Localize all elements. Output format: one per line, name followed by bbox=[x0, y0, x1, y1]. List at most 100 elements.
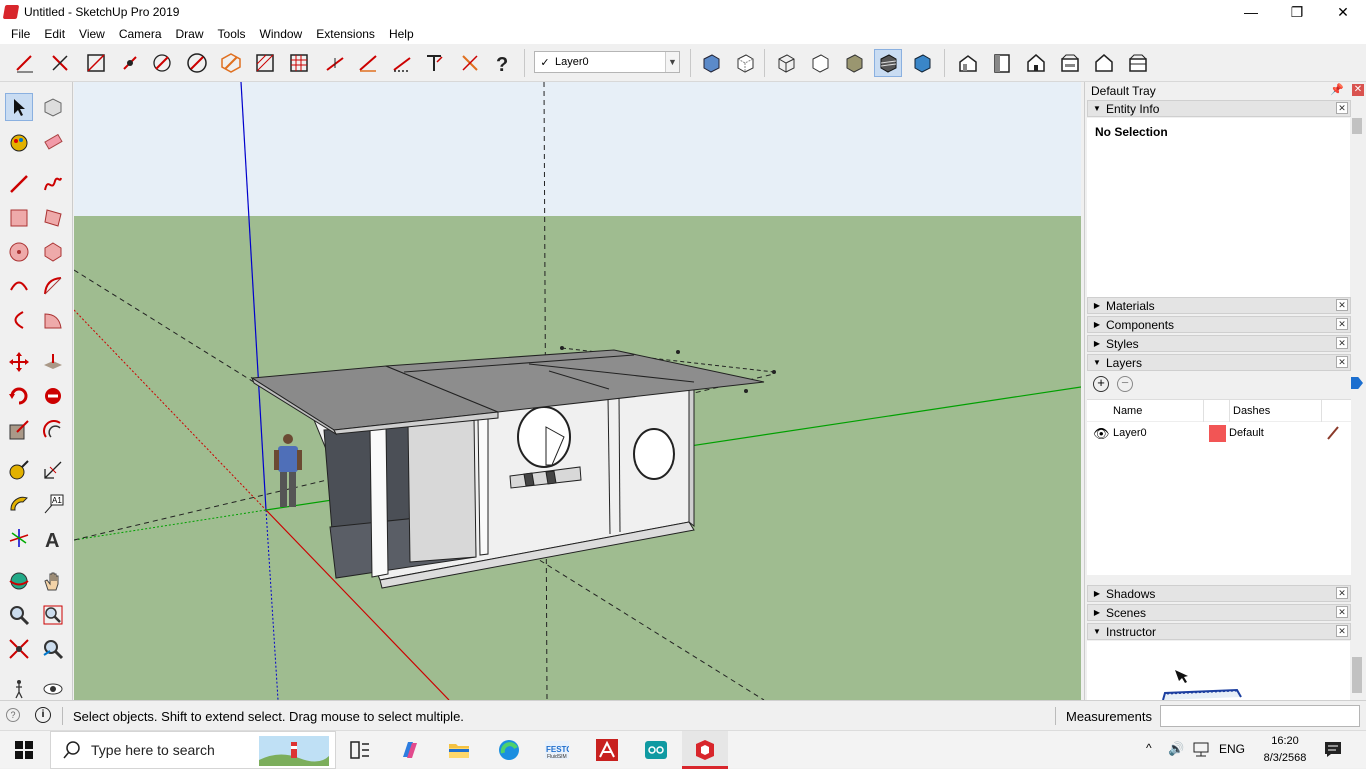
col-name-header[interactable]: Name bbox=[1113, 405, 1142, 417]
layer-dropdown[interactable]: ✓ Layer0 ▼ bbox=[534, 51, 680, 73]
scale-tool-icon[interactable] bbox=[5, 416, 33, 444]
file-explorer-icon[interactable] bbox=[447, 738, 471, 762]
sketchup-app-icon[interactable] bbox=[693, 738, 717, 762]
paint-bucket-icon[interactable] bbox=[5, 128, 33, 156]
menu-tools[interactable]: Tools bbox=[211, 24, 253, 44]
components-header[interactable]: ▶ Components ✕ bbox=[1087, 316, 1351, 333]
materials-header[interactable]: ▶ Materials ✕ bbox=[1087, 297, 1351, 314]
axes-tool-icon[interactable] bbox=[5, 524, 33, 552]
zoom-icon[interactable] bbox=[5, 601, 33, 629]
pan-hand-icon[interactable] bbox=[39, 567, 67, 595]
copilot-icon[interactable] bbox=[398, 738, 422, 762]
entity-info-header[interactable]: ▼ Entity Info ✕ bbox=[1087, 100, 1351, 117]
arc-tool-icon[interactable] bbox=[5, 272, 33, 300]
instructor-header[interactable]: ▼ Instructor ✕ bbox=[1087, 623, 1351, 640]
three-point-arc-icon[interactable] bbox=[5, 306, 33, 334]
model-viewport[interactable] bbox=[74, 82, 1081, 700]
arc-line-icon[interactable] bbox=[148, 49, 176, 77]
layer-name[interactable]: Layer0 bbox=[1113, 427, 1147, 439]
polygon-tool-icon[interactable] bbox=[39, 238, 67, 266]
pencil-icon[interactable] bbox=[1327, 426, 1339, 440]
dimension-tool-icon[interactable] bbox=[39, 456, 67, 484]
shadows-header[interactable]: ▶ Shadows ✕ bbox=[1087, 585, 1351, 602]
line-tool-icon[interactable] bbox=[5, 170, 33, 198]
notification-icon[interactable] bbox=[1324, 740, 1342, 758]
xray-style-icon[interactable] bbox=[697, 49, 725, 77]
offset-tool-icon[interactable] bbox=[39, 416, 67, 444]
zoom-extents-icon[interactable] bbox=[5, 635, 33, 663]
visibility-eye-icon[interactable]: 👁 bbox=[1093, 426, 1110, 442]
two-point-arc-icon[interactable] bbox=[39, 272, 67, 300]
select-arrow-icon[interactable] bbox=[5, 93, 33, 121]
scenes-header[interactable]: ▶ Scenes ✕ bbox=[1087, 604, 1351, 621]
task-view-icon[interactable] bbox=[348, 738, 372, 762]
help-icon[interactable]: ? bbox=[488, 49, 516, 77]
remove-layer-icon[interactable]: − bbox=[1117, 376, 1133, 392]
instructor-info-icon[interactable]: i bbox=[35, 707, 51, 723]
previous-view-icon[interactable] bbox=[39, 635, 67, 663]
circle-slash-icon[interactable] bbox=[183, 49, 211, 77]
dashed-line-icon[interactable] bbox=[388, 49, 416, 77]
left-view-icon[interactable] bbox=[1124, 49, 1152, 77]
arduino-icon[interactable] bbox=[644, 738, 668, 762]
chevron-up-icon[interactable]: ^ bbox=[1146, 741, 1152, 755]
autocad-icon[interactable] bbox=[595, 738, 619, 762]
push-pull-tool-icon[interactable] bbox=[39, 348, 67, 376]
axes-line-icon[interactable] bbox=[456, 49, 484, 77]
protractor-icon[interactable] bbox=[5, 490, 33, 518]
freehand-tool-icon[interactable] bbox=[39, 170, 67, 198]
menu-edit[interactable]: Edit bbox=[37, 24, 72, 44]
add-layer-icon[interactable]: + bbox=[1093, 376, 1109, 392]
layer-color-swatch[interactable] bbox=[1209, 425, 1226, 442]
styles-header[interactable]: ▶ Styles ✕ bbox=[1087, 335, 1351, 352]
orbit-tool-icon[interactable] bbox=[5, 567, 33, 595]
dimension-line-icon[interactable] bbox=[354, 49, 382, 77]
menu-extensions[interactable]: Extensions bbox=[309, 24, 382, 44]
text-tool-icon[interactable] bbox=[420, 49, 448, 77]
rectangle-tool-icon[interactable] bbox=[5, 204, 33, 232]
menu-file[interactable]: File bbox=[4, 24, 37, 44]
back-edges-style-icon[interactable] bbox=[731, 49, 759, 77]
edge-browser-icon[interactable] bbox=[497, 738, 521, 762]
scrollbar-thumb[interactable] bbox=[1352, 657, 1362, 693]
monochrome-style-icon[interactable] bbox=[908, 49, 936, 77]
menu-view[interactable]: View bbox=[72, 24, 112, 44]
top-view-icon[interactable] bbox=[988, 49, 1016, 77]
follow-me-tool-icon[interactable] bbox=[39, 382, 67, 410]
iso-view-icon[interactable] bbox=[954, 49, 982, 77]
hidden-line-style-icon[interactable] bbox=[806, 49, 834, 77]
menu-window[interactable]: Window bbox=[253, 24, 310, 44]
wireframe-style-icon[interactable] bbox=[772, 49, 800, 77]
look-around-eye-icon[interactable] bbox=[39, 675, 67, 703]
layer-row[interactable]: 👁 Layer0 Default bbox=[1087, 424, 1351, 444]
close-button[interactable]: ✕ bbox=[1320, 0, 1366, 24]
speaker-icon[interactable]: 🔊 bbox=[1168, 741, 1184, 757]
panel-close-icon[interactable]: ✕ bbox=[1336, 625, 1348, 637]
grid-rect-icon[interactable] bbox=[285, 49, 313, 77]
hatch-rect-icon[interactable] bbox=[251, 49, 279, 77]
layers-header[interactable]: ▼ Layers ✕ bbox=[1087, 354, 1351, 371]
chevron-down-icon[interactable]: ▼ bbox=[665, 52, 679, 72]
network-icon[interactable] bbox=[1192, 741, 1210, 757]
rotated-rect-tool-icon[interactable] bbox=[39, 204, 67, 232]
model-canvas[interactable] bbox=[74, 82, 1081, 700]
text-label-icon[interactable]: A1 bbox=[39, 490, 67, 518]
scrollbar-thumb[interactable] bbox=[1352, 118, 1362, 134]
panel-close-icon[interactable]: ✕ bbox=[1336, 606, 1348, 618]
panel-close-icon[interactable]: ✕ bbox=[1336, 102, 1348, 114]
measurements-input[interactable] bbox=[1160, 705, 1360, 727]
rectangle-icon[interactable] bbox=[82, 49, 110, 77]
menu-help[interactable]: Help bbox=[382, 24, 421, 44]
zoom-window-icon[interactable] bbox=[39, 601, 67, 629]
right-view-icon[interactable] bbox=[1056, 49, 1084, 77]
shaded-textures-style-icon[interactable] bbox=[874, 49, 902, 77]
layer-details-icon[interactable] bbox=[1351, 377, 1363, 389]
windows-start-icon[interactable] bbox=[12, 738, 36, 762]
circle-tool-icon[interactable] bbox=[5, 238, 33, 266]
layer-dashes[interactable]: Default bbox=[1229, 427, 1264, 439]
eraser-icon[interactable] bbox=[39, 128, 67, 156]
panel-close-icon[interactable]: ✕ bbox=[1336, 318, 1348, 330]
pin-icon[interactable]: 📌 bbox=[1330, 83, 1344, 96]
minimize-button[interactable]: — bbox=[1228, 0, 1274, 24]
offset-line-icon[interactable] bbox=[321, 49, 349, 77]
